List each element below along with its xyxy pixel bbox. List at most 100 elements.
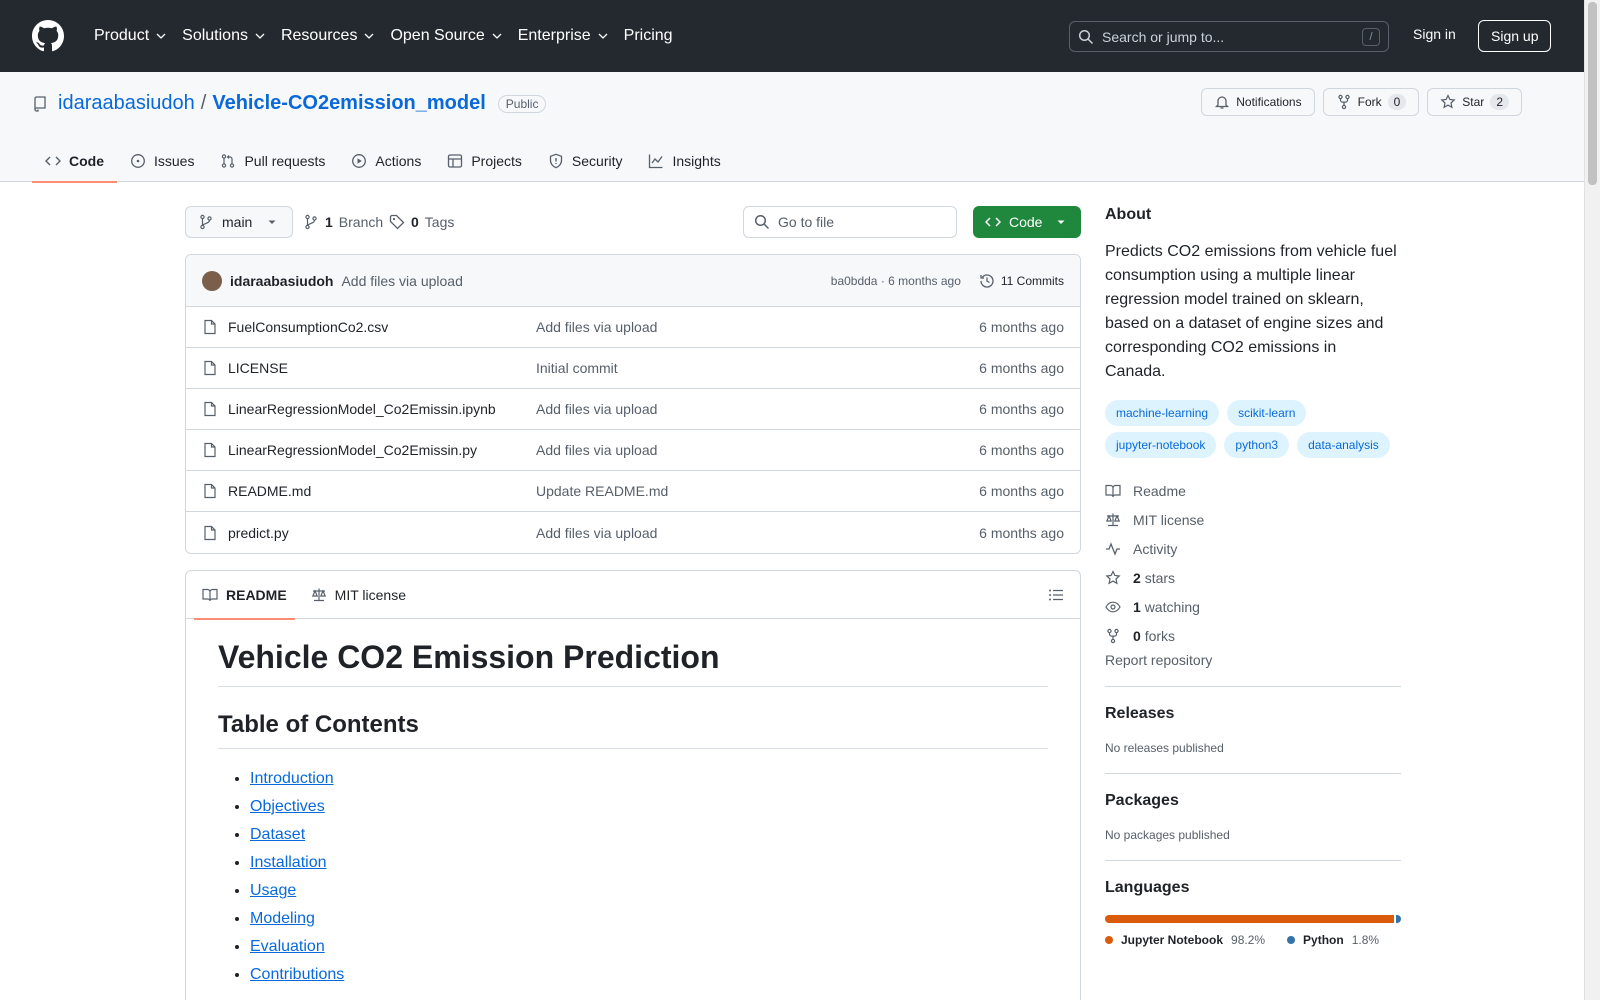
language-bar-segment bbox=[1395, 915, 1401, 923]
code-button[interactable]: Code bbox=[973, 206, 1081, 238]
star-button[interactable]: Star 2 bbox=[1427, 88, 1522, 116]
tab-code[interactable]: Code bbox=[32, 140, 117, 183]
file-name-cell: LinearRegressionModel_Co2Emissin.py bbox=[202, 442, 536, 458]
chevron-down-icon bbox=[598, 33, 608, 39]
file-name-cell: predict.py bbox=[202, 525, 536, 541]
github-logo-icon[interactable] bbox=[32, 20, 64, 52]
go-to-file-input[interactable]: Go to file bbox=[743, 206, 957, 238]
pull-request-icon bbox=[222, 154, 235, 168]
readme-panel: README MIT license Vehicle CO2 Emission … bbox=[185, 570, 1081, 1000]
packages-heading[interactable]: Packages bbox=[1105, 792, 1401, 810]
tab-license[interactable]: MIT license bbox=[303, 571, 414, 619]
file-commit-message[interactable]: Add files via upload bbox=[536, 442, 836, 458]
file-commit-message[interactable]: Add files via upload bbox=[536, 401, 836, 417]
nav-resources[interactable]: Resources bbox=[273, 20, 382, 52]
repo-name-link[interactable]: Vehicle-CO2emission_model bbox=[212, 92, 485, 115]
file-link[interactable]: FuelConsumptionCo2.csv bbox=[228, 319, 388, 335]
language-bar bbox=[1105, 915, 1401, 923]
readme-link[interactable]: Readme bbox=[1105, 476, 1401, 505]
tags-link[interactable]: 0 Tags bbox=[389, 206, 454, 238]
toc-link[interactable]: Objectives bbox=[250, 798, 325, 815]
file-link[interactable]: LinearRegressionModel_Co2Emissin.ipynb bbox=[228, 401, 496, 417]
visibility-badge: Public bbox=[497, 94, 547, 113]
repo-owner-link[interactable]: idaraabasiudoh bbox=[58, 92, 195, 115]
branch-selector[interactable]: main bbox=[185, 206, 294, 238]
stars-link[interactable]: 2 stars bbox=[1105, 563, 1401, 592]
tab-readme[interactable]: README bbox=[194, 571, 295, 620]
nav-open-source[interactable]: Open Source bbox=[382, 20, 509, 52]
topic-tag[interactable]: jupyter-notebook bbox=[1105, 432, 1217, 458]
releases-heading[interactable]: Releases bbox=[1105, 705, 1401, 723]
sign-in-link[interactable]: Sign in bbox=[1413, 26, 1456, 42]
report-repository-link[interactable]: Report repository bbox=[1105, 652, 1401, 668]
language-legend: Jupyter Notebook 98.2% Python 1.8% bbox=[1105, 933, 1401, 947]
fork-button[interactable]: Fork 0 bbox=[1322, 88, 1420, 116]
tab-actions[interactable]: Actions bbox=[338, 140, 434, 182]
file-commit-message[interactable]: Add files via upload bbox=[536, 319, 836, 335]
toc-link[interactable]: Contributions bbox=[250, 966, 344, 983]
file-link[interactable]: LICENSE bbox=[228, 360, 288, 376]
language-bar-segment bbox=[1105, 915, 1394, 923]
tab-projects[interactable]: Projects bbox=[434, 140, 535, 182]
topic-tag[interactable]: data-analysis bbox=[1297, 432, 1390, 458]
license-link[interactable]: MIT license bbox=[1105, 505, 1401, 534]
file-name-cell: LinearRegressionModel_Co2Emissin.ipynb bbox=[202, 401, 536, 417]
scrollbar-thumb[interactable] bbox=[1588, 2, 1597, 185]
fork-icon bbox=[1337, 94, 1350, 110]
readme-tabs: README MIT license bbox=[186, 571, 1080, 620]
commit-message-link[interactable]: Add files via upload bbox=[341, 273, 462, 289]
language-color-dot bbox=[1287, 936, 1296, 944]
topic-tag[interactable]: scikit-learn bbox=[1227, 400, 1307, 426]
file-commit-message[interactable]: Update README.md bbox=[536, 483, 836, 499]
avatar[interactable] bbox=[202, 270, 222, 291]
about-links: Readme MIT license Activity 2 stars 1 wa… bbox=[1105, 476, 1401, 650]
nav-pricing[interactable]: Pricing bbox=[616, 20, 681, 52]
file-icon bbox=[204, 360, 216, 376]
file-link[interactable]: LinearRegressionModel_Co2Emissin.py bbox=[228, 442, 477, 458]
toc-link[interactable]: Introduction bbox=[250, 770, 334, 787]
tab-pull-requests[interactable]: Pull requests bbox=[207, 140, 338, 182]
activity-link[interactable]: Activity bbox=[1105, 534, 1401, 563]
file-link[interactable]: predict.py bbox=[228, 525, 289, 541]
file-commit-message[interactable]: Add files via upload bbox=[536, 525, 836, 541]
page-scrollbar[interactable] bbox=[1584, 0, 1600, 1000]
toc-link[interactable]: Usage bbox=[250, 882, 296, 899]
commits-history-link[interactable]: 11 Commits bbox=[979, 273, 1064, 289]
watching-link[interactable]: 1 watching bbox=[1105, 592, 1401, 621]
global-search-input[interactable]: Search or jump to... / bbox=[1069, 21, 1389, 52]
play-circle-icon bbox=[352, 154, 367, 168]
file-link[interactable]: README.md bbox=[228, 483, 311, 499]
language-name: Python bbox=[1303, 933, 1344, 947]
commit-hash-time[interactable]: ba0bdda · 6 months ago bbox=[831, 274, 961, 288]
forks-link[interactable]: 0 forks bbox=[1105, 621, 1401, 650]
nav-product[interactable]: Product bbox=[86, 20, 174, 52]
file-age: 6 months ago bbox=[979, 524, 1064, 541]
language-item[interactable]: Python 1.8% bbox=[1287, 933, 1379, 947]
nav-enterprise[interactable]: Enterprise bbox=[510, 20, 616, 52]
nav-solutions[interactable]: Solutions bbox=[174, 20, 273, 52]
chevron-down-icon bbox=[156, 33, 166, 39]
file-row: LinearRegressionModel_Co2Emissin.ipynb Ad… bbox=[186, 389, 1080, 430]
list-unordered-icon[interactable] bbox=[1048, 587, 1064, 603]
commit-author-link[interactable]: idaraabasiudoh bbox=[230, 273, 333, 289]
branches-link[interactable]: 1 Branch bbox=[303, 206, 383, 238]
language-item[interactable]: Jupyter Notebook 98.2% bbox=[1105, 933, 1265, 947]
tab-insights[interactable]: Insights bbox=[635, 140, 733, 182]
file-commit-message[interactable]: Initial commit bbox=[536, 360, 836, 376]
tab-issues[interactable]: Issues bbox=[117, 140, 207, 182]
topic-tag[interactable]: python3 bbox=[1224, 432, 1290, 458]
tab-security[interactable]: Security bbox=[535, 140, 636, 182]
toc-link[interactable]: Modeling bbox=[250, 910, 315, 927]
releases-section: Releases No releases published bbox=[1105, 686, 1401, 755]
toc-link[interactable]: Installation bbox=[250, 854, 327, 871]
sign-up-button[interactable]: Sign up bbox=[1478, 20, 1552, 52]
topic-tag[interactable]: machine-learning bbox=[1105, 400, 1220, 426]
toc-link[interactable]: Dataset bbox=[250, 826, 305, 843]
toc-item: Installation bbox=[250, 849, 1048, 877]
book-icon bbox=[1105, 484, 1121, 497]
path-separator: / bbox=[200, 92, 207, 114]
notifications-button[interactable]: Notifications bbox=[1201, 88, 1315, 116]
file-row: LICENSE Initial commit 6 months ago bbox=[186, 348, 1080, 389]
repo-actions: Notifications Fork 0 Star 2 bbox=[1201, 88, 1522, 116]
toc-link[interactable]: Evaluation bbox=[250, 938, 325, 955]
